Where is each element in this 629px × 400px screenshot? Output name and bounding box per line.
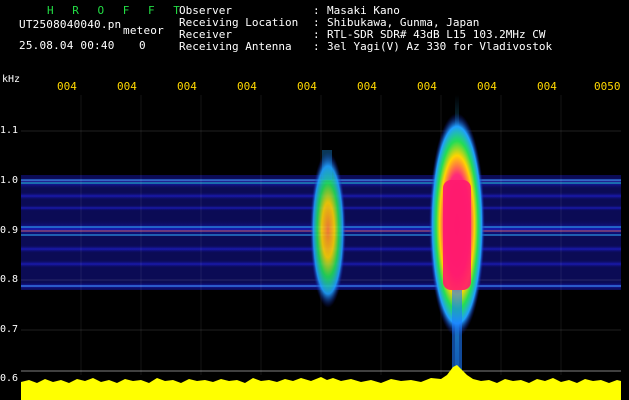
time-label-5: 004 xyxy=(297,80,317,93)
time-label-7: 004 xyxy=(417,80,437,93)
meteor-echo-large-lower-tail xyxy=(452,290,462,370)
hrofft-logo: H R O F F T xyxy=(47,4,186,17)
y-label-1-0: 1.0 xyxy=(0,175,19,186)
time-label-6: 004 xyxy=(357,80,377,93)
time-label-4: 004 xyxy=(237,80,257,93)
filename-text: UT2508040040.pn xyxy=(19,18,122,31)
y-label-1-1: 1.1 xyxy=(0,125,19,136)
meteor-echo-large-core xyxy=(443,180,471,290)
time-label-2: 004 xyxy=(117,80,137,93)
spectrogram xyxy=(21,95,621,400)
y-axis-unit: kHz xyxy=(2,74,21,85)
y-label-0-9: 0.9 xyxy=(0,225,19,236)
time-label-3: 004 xyxy=(177,80,197,93)
y-label-0-7: 0.7 xyxy=(0,324,19,335)
antenna-colon: : xyxy=(313,40,320,53)
meteor-label: meteor xyxy=(123,24,164,37)
y-label-0-8: 0.8 xyxy=(0,274,19,285)
meteor-echo-small-upper-tail xyxy=(322,150,332,180)
time-label-8: 004 xyxy=(477,80,497,93)
datetime-text: 25.08.04 00:40 xyxy=(19,39,115,52)
time-label-10: 0050 xyxy=(594,80,621,93)
time-label-9: 004 xyxy=(537,80,557,93)
time-label-1: 004 xyxy=(57,80,77,93)
antenna-label: Receiving Antenna xyxy=(179,40,292,53)
antenna-value: 3el Yagi(V) Az 330 for Vladivostok xyxy=(327,40,553,53)
meteor-count: 0 xyxy=(139,39,146,52)
y-label-0-6: 0.6 xyxy=(0,373,19,384)
